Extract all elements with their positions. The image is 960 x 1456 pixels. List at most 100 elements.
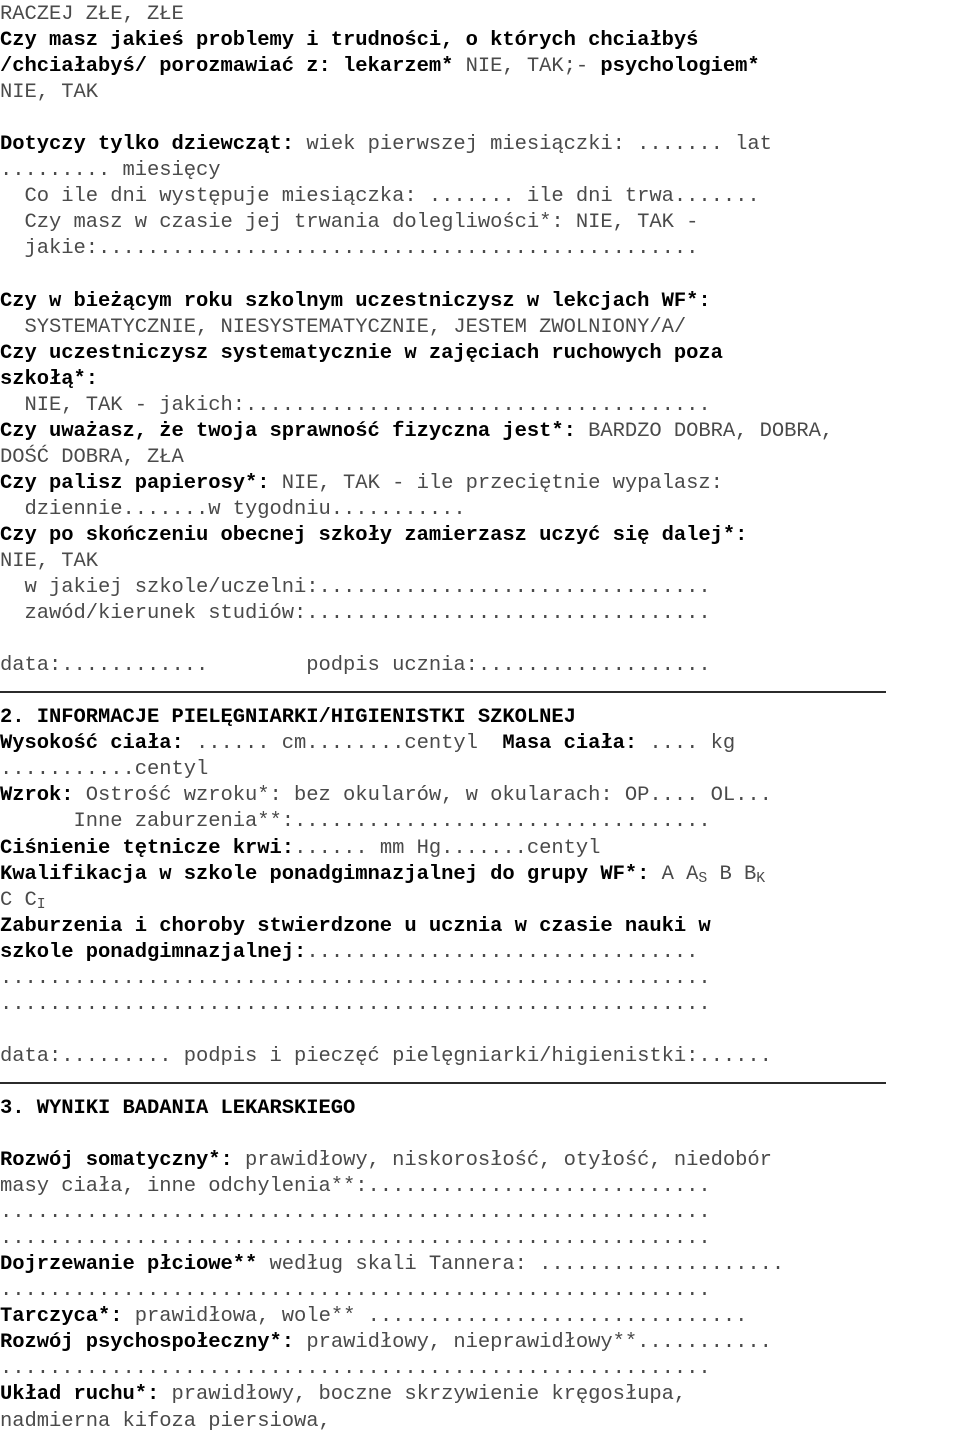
form-value-text: ........................................… xyxy=(0,992,711,1016)
form-value-text: Czy masz w czasie jej trwania dolegliwoś… xyxy=(0,211,699,235)
subscript-letter: K xyxy=(756,870,766,887)
form-value-text: DOŚĆ DOBRA, ZŁA xyxy=(0,445,184,469)
form-value-text: BARDZO DOBRA, DOBRA, xyxy=(575,419,834,443)
form-value-text: prawidłowy, boczne skrzywienie kręgosłup… xyxy=(159,1383,687,1407)
form-label: szkołą*: xyxy=(0,367,99,391)
form-value-text xyxy=(0,1123,12,1146)
form-value-text: ........................................… xyxy=(0,1279,711,1303)
form-value-text: jakie:..................................… xyxy=(0,237,699,261)
form-value-text: ......... miesięcy xyxy=(0,159,221,183)
form-line: ........................................… xyxy=(0,1356,960,1382)
form-line: Czy masz jakieś problemy i trudności, o … xyxy=(0,28,960,54)
blank-line xyxy=(0,1122,960,1148)
blank-line xyxy=(0,262,960,288)
form-value-text: nadmierna kifoza piersiowa, xyxy=(0,1409,331,1433)
form-line: C CI xyxy=(0,888,960,914)
form-value-text: ...... mm Hg.......centyl xyxy=(294,836,601,860)
form-line: Tarczyca*: prawidłowa, wole** ..........… xyxy=(0,1304,960,1330)
form-line: Rozwój somatyczny*: prawidłowy, niskoros… xyxy=(0,1148,960,1174)
form-value-text: prawidłowy, nieprawidłowy**........... xyxy=(294,1331,772,1355)
form-line: NIE, TAK - jakich:......................… xyxy=(0,393,960,419)
form-line: ........................................… xyxy=(0,966,960,992)
form-line: dziennie.......w tygodniu........... xyxy=(0,497,960,523)
form-line: 3. WYNIKI BADANIA LEKARSKIEGO xyxy=(0,1096,960,1122)
form-value-text: ...........centyl xyxy=(0,758,209,782)
form-value-text: Inne zaburzenia**:......................… xyxy=(0,810,711,834)
form-value-text: Ostrość wzroku*: bez okularów, w okulara… xyxy=(73,784,772,808)
form-line: /chciałabyś/ porozmawiać z: lekarzem* NI… xyxy=(0,54,960,80)
form-value-text: ........................................… xyxy=(0,1201,711,1225)
form-line: szkołą*: xyxy=(0,367,960,393)
form-label: Masa ciała: xyxy=(502,732,638,756)
form-line: Czy uczestniczysz systematycznie w zajęc… xyxy=(0,341,960,367)
form-line: DOŚĆ DOBRA, ZŁA xyxy=(0,445,960,471)
form-value-text: ........................................… xyxy=(0,1357,711,1381)
form-line: Co ile dni występuje miesiączka: .......… xyxy=(0,184,960,210)
blank-line xyxy=(0,1018,960,1044)
form-label: 3. WYNIKI BADANIA LEKARSKIEGO xyxy=(0,1096,356,1120)
form-line: NIE, TAK xyxy=(0,549,960,575)
form-value-text: prawidłowy, niskorosłość, otyłość, niedo… xyxy=(232,1149,772,1173)
form-value-text: data:............ podpis ucznia:........… xyxy=(0,654,711,678)
form-value-text: ...... cm........centyl xyxy=(183,732,503,756)
form-line: Dotyczy tylko dziewcząt: wiek pierwszej … xyxy=(0,132,960,158)
form-line: Czy po skończeniu obecnej szkoły zamierz… xyxy=(0,523,960,549)
form-line: RACZEJ ZŁE, ZŁE xyxy=(0,2,960,28)
form-value-text: C C xyxy=(0,888,37,912)
form-line: 2. INFORMACJE PIELĘGNIARKI/HIGIENISTKI S… xyxy=(0,705,960,731)
form-line: szkole ponadgimnazjalnej:...............… xyxy=(0,940,960,966)
form-value-text: NIE, TAK xyxy=(0,81,99,105)
form-value-text: A A xyxy=(649,862,699,886)
form-line: Dojrzewanie płciowe** według skali Tanne… xyxy=(0,1252,960,1278)
horizontal-rule xyxy=(0,691,886,694)
section-divider xyxy=(0,1070,960,1096)
form-label: Czy masz jakieś problemy i trudności, o … xyxy=(0,29,699,53)
form-label: Czy w bieżącym roku szkolnym uczestniczy… xyxy=(0,289,711,313)
form-line: Ciśnienie tętnicze krwi:...... mm Hg....… xyxy=(0,836,960,862)
form-line: Rozwój psychospołeczny*: prawidłowy, nie… xyxy=(0,1330,960,1356)
form-value-text: wiek pierwszej miesiączki: ....... lat xyxy=(294,133,772,157)
form-value-text: dziennie.......w tygodniu........... xyxy=(0,497,466,521)
form-line: ........................................… xyxy=(0,1200,960,1226)
form-line: Inne zaburzenia**:......................… xyxy=(0,809,960,835)
form-value-text: Co ile dni występuje miesiączka: .......… xyxy=(0,185,760,209)
form-value-text: NIE, TAK - ile przeciętnie wypalasz: xyxy=(269,471,723,495)
form-line: SYSTEMATYCZNIE, NIESYSTEMATYCZNIE, JESTE… xyxy=(0,315,960,341)
form-line: Wzrok: Ostrość wzroku*: bez okularów, w … xyxy=(0,783,960,809)
blank-line xyxy=(0,106,960,132)
form-label: Czy po skończeniu obecnej szkoły zamierz… xyxy=(0,523,748,547)
form-value-text: NIE, TAK;- xyxy=(453,55,601,79)
form-value-text: data:......... podpis i pieczęć pielęgni… xyxy=(0,1044,772,1068)
form-value-text: w jakiej szkole/uczelni:................… xyxy=(0,576,711,600)
form-line: Czy w bieżącym roku szkolnym uczestniczy… xyxy=(0,289,960,315)
form-line: Zaburzenia i choroby stwierdzone u uczni… xyxy=(0,914,960,940)
form-line: Czy masz w czasie jej trwania dolegliwoś… xyxy=(0,210,960,236)
form-line: Kwalifikacja w szkole ponadgimnazjalnej … xyxy=(0,862,960,888)
form-value-text: ........................................… xyxy=(0,1227,711,1251)
blank-line xyxy=(0,627,960,653)
form-value-text xyxy=(0,107,12,130)
form-label: Wzrok: xyxy=(0,784,74,808)
document-page: RACZEJ ZŁE, ZŁE Czy masz jakieś problemy … xyxy=(0,0,960,1456)
form-label: Kwalifikacja w szkole ponadgimnazjalnej … xyxy=(0,862,650,886)
form-line: w jakiej szkole/uczelni:................… xyxy=(0,575,960,601)
form-label: Tarczyca*: xyxy=(0,1305,123,1329)
form-label: Czy uważasz, że twoja sprawność fizyczna… xyxy=(0,419,576,443)
form-line: data:............ podpis ucznia:........… xyxy=(0,653,960,679)
form-value-text xyxy=(0,1019,12,1042)
form-label: Czy palisz papierosy*: xyxy=(0,471,270,495)
form-line: Czy uważasz, że twoja sprawność fizyczna… xyxy=(0,419,960,445)
form-value-text: według skali Tannera: ..................… xyxy=(257,1253,785,1277)
form-value-text: ................................ xyxy=(306,940,699,964)
form-value-text: prawidłowa, wole** .....................… xyxy=(122,1305,748,1329)
form-line: ......... miesięcy xyxy=(0,158,960,184)
form-line: Układ ruchu*: prawidłowy, boczne skrzywi… xyxy=(0,1382,960,1408)
form-line: Czy palisz papierosy*: NIE, TAK - ile pr… xyxy=(0,471,960,497)
form-label: Czy uczestniczysz systematycznie w zajęc… xyxy=(0,341,723,365)
form-value-text: B B xyxy=(707,862,757,886)
form-label: Wysokość ciała: xyxy=(0,732,184,756)
form-label: szkole ponadgimnazjalnej: xyxy=(0,940,307,964)
form-value-text: RACZEJ ZŁE, ZŁE xyxy=(0,3,184,26)
form-line: ........................................… xyxy=(0,992,960,1018)
subscript-letter: S xyxy=(698,870,708,887)
